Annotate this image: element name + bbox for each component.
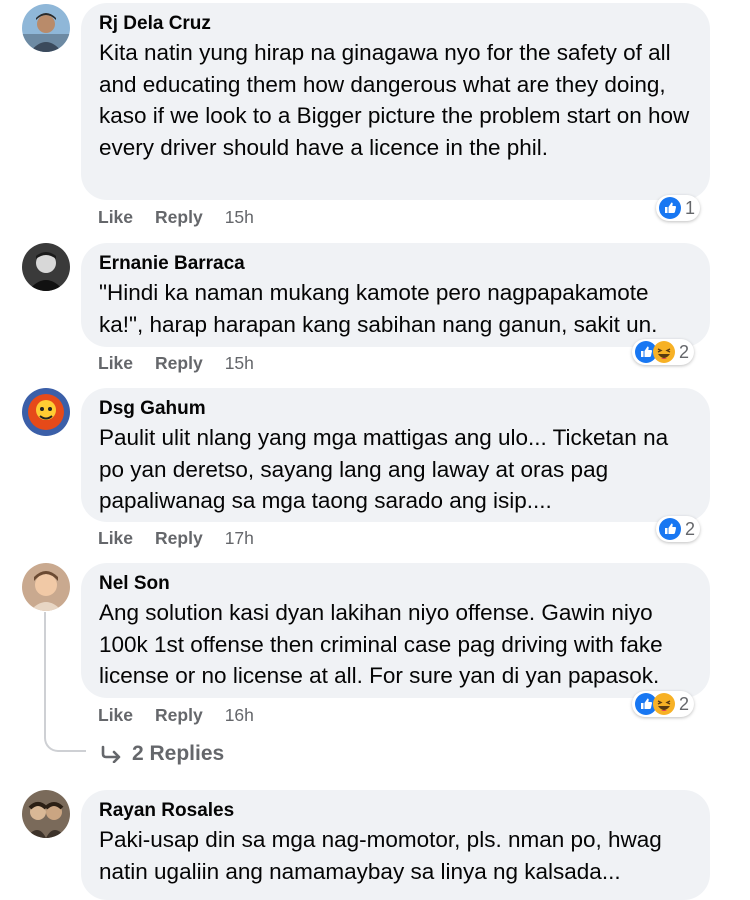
like-reaction-icon — [659, 518, 681, 540]
reaction-count: 2 — [679, 693, 690, 714]
comment-author[interactable]: Dsg Gahum — [99, 396, 692, 422]
comment-author[interactable]: Nel Son — [99, 571, 692, 597]
comment-bubble: Ernanie Barraca "Hindi ka naman mukang k… — [81, 243, 710, 347]
reply-button[interactable]: Reply — [155, 528, 203, 549]
haha-reaction-icon — [653, 693, 675, 715]
comment-text: Ang solution kasi dyan lakihan niyo offe… — [99, 600, 663, 688]
avatar[interactable] — [22, 243, 70, 291]
haha-reaction-icon — [653, 341, 675, 363]
view-replies-label: 2 Replies — [132, 742, 225, 765]
comment-time[interactable]: 16h — [225, 705, 254, 726]
reaction-count: 2 — [685, 518, 696, 539]
view-replies-button[interactable]: 2 Replies — [100, 742, 224, 766]
comment-bubble: Dsg Gahum Paulit ulit nlang yang mga mat… — [81, 388, 710, 522]
comment-text: Kita natin yung hirap na ginagawa nyo fo… — [99, 40, 690, 160]
comment-text: "Hindi ka naman mukang kamote pero nagpa… — [99, 280, 658, 337]
avatar[interactable] — [22, 563, 70, 611]
reaction-summary[interactable]: 2 — [632, 339, 695, 365]
avatar[interactable] — [22, 790, 70, 838]
comment-actions: Like Reply 17h — [98, 528, 254, 549]
like-button[interactable]: Like — [98, 207, 133, 228]
thread-line — [44, 612, 46, 730]
reaction-summary[interactable]: 2 — [656, 516, 701, 542]
avatar[interactable] — [22, 4, 70, 52]
comment-time[interactable]: 17h — [225, 528, 254, 549]
reply-arrow-icon — [101, 745, 121, 763]
thread-connector — [44, 728, 86, 752]
reaction-count: 1 — [685, 197, 696, 218]
comment-bubble: Nel Son Ang solution kasi dyan lakihan n… — [81, 563, 710, 698]
comment-author[interactable]: Rj Dela Cruz — [99, 11, 692, 37]
reply-button[interactable]: Reply — [155, 353, 203, 374]
comment-bubble: Rj Dela Cruz Kita natin yung hirap na gi… — [81, 3, 710, 200]
comment-time[interactable]: 15h — [225, 207, 254, 228]
like-button[interactable]: Like — [98, 528, 133, 549]
like-button[interactable]: Like — [98, 705, 133, 726]
reaction-summary[interactable]: 1 — [656, 195, 701, 221]
comment-bubble: Rayan Rosales Paki-usap din sa mga nag-m… — [81, 790, 710, 900]
like-reaction-icon — [659, 197, 681, 219]
reply-button[interactable]: Reply — [155, 705, 203, 726]
comment-author[interactable]: Ernanie Barraca — [99, 251, 692, 277]
comment-actions: Like Reply 15h — [98, 353, 254, 374]
reaction-summary[interactable]: 2 — [632, 691, 695, 717]
reply-button[interactable]: Reply — [155, 207, 203, 228]
comment-actions: Like Reply 16h — [98, 705, 254, 726]
comment-actions: Like Reply 15h — [98, 207, 254, 228]
comment-text: Paki-usap din sa mga nag-momotor, pls. n… — [99, 827, 662, 884]
like-button[interactable]: Like — [98, 353, 133, 374]
avatar[interactable] — [22, 388, 70, 436]
reaction-count: 2 — [679, 341, 690, 362]
comment-text: Paulit ulit nlang yang mga mattigas ang … — [99, 425, 669, 513]
comment-author[interactable]: Rayan Rosales — [99, 798, 692, 824]
comment-time[interactable]: 15h — [225, 353, 254, 374]
